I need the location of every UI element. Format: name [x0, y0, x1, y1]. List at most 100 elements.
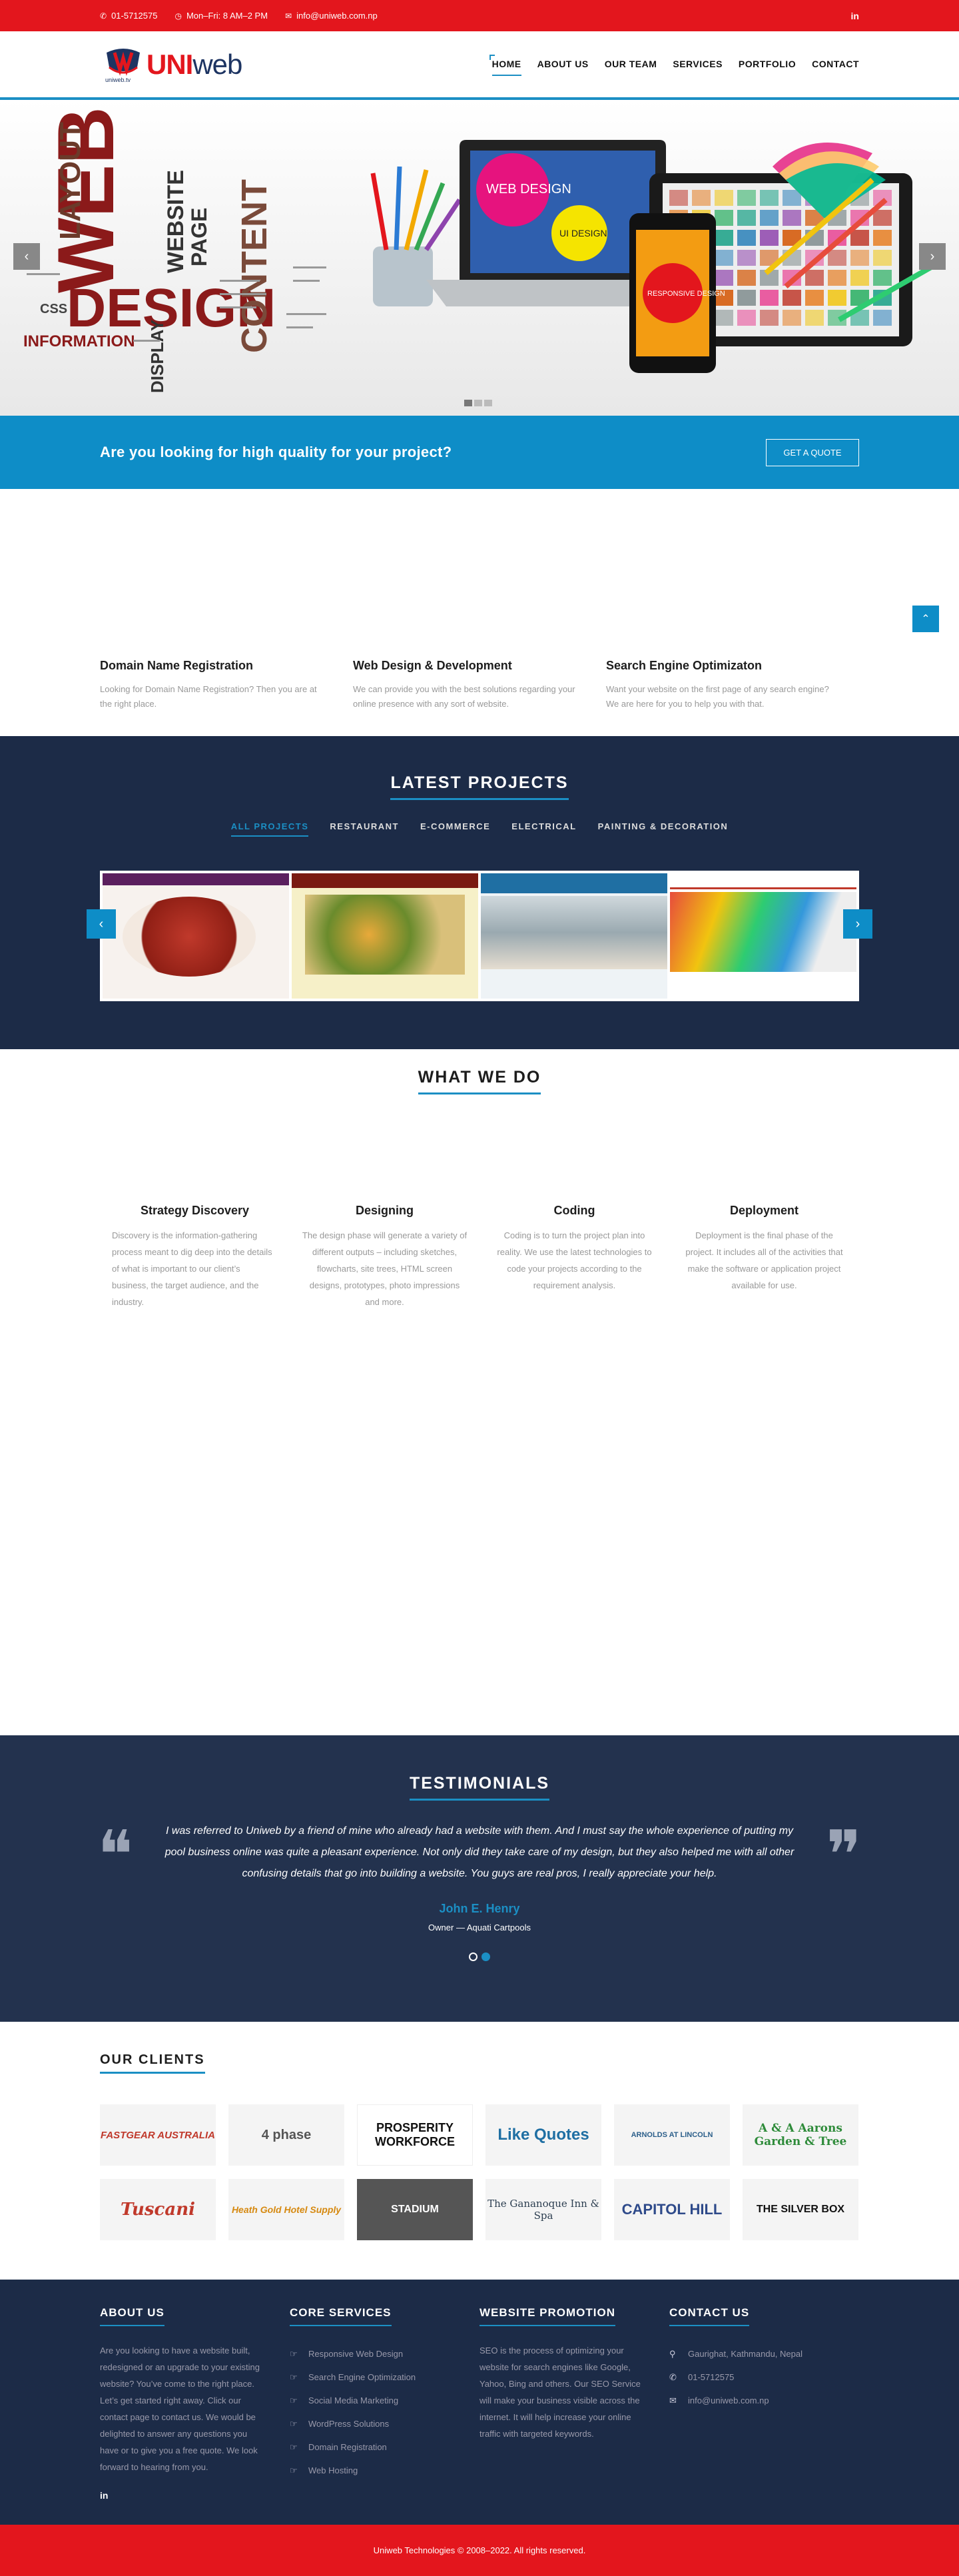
testimonials-section: TESTIMONIALS ❝ ❞ I was referred to Uniwe… [0, 1735, 959, 2022]
topbar-hours: ◷ Mon–Fri: 8 AM–2 PM [174, 11, 268, 21]
client-logo[interactable]: FASTGEAR AUSTRALIA [100, 2104, 216, 2166]
color-swatch [715, 190, 733, 206]
color-swatch [760, 290, 779, 306]
color-swatch [760, 210, 779, 226]
service-title[interactable]: Search Engine Optimizaton [606, 659, 859, 673]
slider-dot[interactable] [464, 400, 472, 406]
color-swatch [760, 230, 779, 246]
project-thumbnail[interactable] [292, 873, 478, 999]
main-nav: HOME ABOUT US OUR TEAM SERVICES PORTFOLI… [476, 53, 859, 76]
process-step: Strategy Discovery Discovery is the info… [100, 1204, 290, 1310]
color-swatch [828, 270, 846, 286]
quote-heading: Are you looking for high quality for you… [100, 444, 452, 460]
chevron-up-icon: ⌃ [921, 614, 930, 625]
footer-email[interactable]: ✉ info@uniweb.com.np [669, 2389, 832, 2412]
color-swatch [760, 190, 779, 206]
project-thumbnail[interactable] [103, 873, 289, 999]
footer-service-link[interactable]: ☞ Responsive Web Design [290, 2342, 453, 2365]
footer-service-label: WordPress Solutions [308, 2419, 390, 2429]
testimonial-dot[interactable] [481, 1952, 490, 1961]
service-title[interactable]: Web Design & Development [353, 659, 606, 673]
slider-dot[interactable] [474, 400, 482, 406]
footer-service-link[interactable]: ☞ Social Media Marketing [290, 2389, 453, 2412]
nav-portfolio[interactable]: PORTFOLIO [739, 53, 796, 76]
client-logo[interactable]: Tuscani [100, 2179, 216, 2240]
testimonials-title: TESTIMONIALS [409, 1774, 550, 1801]
nav-home[interactable]: HOME [489, 53, 521, 76]
slider-next-button[interactable]: › [919, 243, 946, 270]
clients-section: OUR CLIENTS FASTGEAR AUSTRALIA 4 phase P… [0, 2022, 959, 2280]
filter-painting-decoration[interactable]: PAINTING & DECORATION [598, 821, 729, 837]
project-thumbnail[interactable] [670, 873, 856, 999]
project-gallery [100, 871, 859, 1001]
topbar-phone[interactable]: ✆ 01-5712575 [100, 11, 157, 21]
footer-service-link[interactable]: ☞ Domain Registration [290, 2435, 453, 2459]
topbar-email[interactable]: ✉ info@uniweb.com.np [285, 11, 378, 21]
footer-contact: CONTACT US ⚲ Gaurighat, Kathmandu, Nepal … [669, 2306, 859, 2501]
slider-dots [464, 400, 492, 406]
client-logo[interactable]: ARNOLDS AT LINCOLN [614, 2104, 730, 2166]
color-swatch [783, 310, 801, 326]
linkedin-icon[interactable]: in [851, 11, 859, 21]
chevron-left-icon: ‹ [24, 248, 29, 264]
filter-restaurant[interactable]: RESTAURANT [330, 821, 399, 837]
nav-our-team[interactable]: OUR TEAM [605, 53, 657, 76]
phone-icon: ✆ [669, 2372, 677, 2382]
nav-services[interactable]: SERVICES [673, 53, 723, 76]
project-filters: ALL PROJECTS RESTAURANT E-COMMERCE ELECT… [0, 821, 959, 837]
word-content: CONTENT [234, 179, 274, 353]
client-logo[interactable]: Heath Gold Hotel Supply [228, 2179, 344, 2240]
footer-core-title: CORE SERVICES [290, 2306, 392, 2326]
footer-service-link[interactable]: ☞ Web Hosting [290, 2459, 453, 2482]
client-logo[interactable]: A & A Aarons Garden & Tree [743, 2104, 858, 2166]
screen-label-web: WEB DESIGN [486, 182, 571, 197]
nav-contact[interactable]: CONTACT [812, 53, 859, 76]
filter-electrical[interactable]: ELECTRICAL [511, 821, 576, 837]
filter-all-projects[interactable]: ALL PROJECTS [230, 821, 309, 837]
footer-service-link[interactable]: ☞ Search Engine Optimization [290, 2365, 453, 2389]
footer-service-label: Responsive Web Design [308, 2349, 404, 2359]
color-swatch [873, 210, 892, 226]
client-logo[interactable]: CAPITOL HILL [614, 2179, 730, 2240]
client-logo[interactable]: PROSPERITY WORKFORCE [357, 2104, 473, 2166]
nav-about-us[interactable]: ABOUT US [537, 53, 589, 76]
service-text: Looking for Domain Name Registration? Th… [100, 684, 317, 709]
client-logo[interactable]: 4 phase [228, 2104, 344, 2166]
linkedin-icon[interactable]: in [100, 2490, 263, 2501]
color-swatch [873, 250, 892, 266]
project-thumbnail[interactable] [481, 873, 667, 999]
filter-e-commerce[interactable]: E-COMMERCE [420, 821, 490, 837]
gallery-prev-button[interactable]: ‹ [87, 909, 116, 939]
envelope-icon: ✉ [669, 2395, 677, 2405]
step-title: Deployment [729, 1204, 799, 1217]
footer-service-link[interactable]: ☞ WordPress Solutions [290, 2412, 453, 2435]
services-section: ⌃ Domain Name Registration Looking for D… [0, 489, 959, 736]
slider-prev-button[interactable]: ‹ [13, 243, 40, 270]
client-logo[interactable]: Like Quotes [485, 2104, 601, 2166]
footer-email-text: info@uniweb.com.np [688, 2395, 769, 2405]
testimonial-quote: I was referred to Uniweb by a friend of … [164, 1825, 795, 1879]
gallery-next-button[interactable]: › [843, 909, 872, 939]
site-footer: ABOUT US Are you looking to have a websi… [0, 2280, 959, 2527]
back-to-top-button[interactable]: ⌃ [912, 606, 939, 632]
color-swatch [737, 270, 756, 286]
get-quote-button[interactable]: GET A QUOTE [766, 438, 859, 466]
color-swatch [828, 290, 846, 306]
chevron-right-icon: › [855, 916, 860, 931]
color-swatch [715, 250, 733, 266]
topbar-hours-text: Mon–Fri: 8 AM–2 PM [186, 11, 268, 21]
chevron-right-icon: › [930, 248, 935, 264]
client-logo[interactable]: The Gananoque Inn & Spa [485, 2179, 601, 2240]
color-swatch [850, 270, 869, 286]
color-swatch [737, 310, 756, 326]
logo[interactable]: uniweb.tv UNIweb [100, 43, 273, 86]
service-title[interactable]: Domain Name Registration [100, 659, 353, 673]
client-logo[interactable]: THE SILVER BOX [743, 2179, 858, 2240]
hero-slider: WEB DESIGN LAYOUT CONTENT WEBSITE PAGE I… [0, 100, 959, 416]
color-swatch [783, 210, 801, 226]
footer-phone[interactable]: ✆ 01-5712575 [669, 2365, 832, 2389]
slider-dot[interactable] [484, 400, 492, 406]
client-logo[interactable]: STADIUM [357, 2179, 473, 2240]
envelope-icon: ✉ [285, 11, 292, 21]
testimonial-dot[interactable] [469, 1952, 478, 1961]
